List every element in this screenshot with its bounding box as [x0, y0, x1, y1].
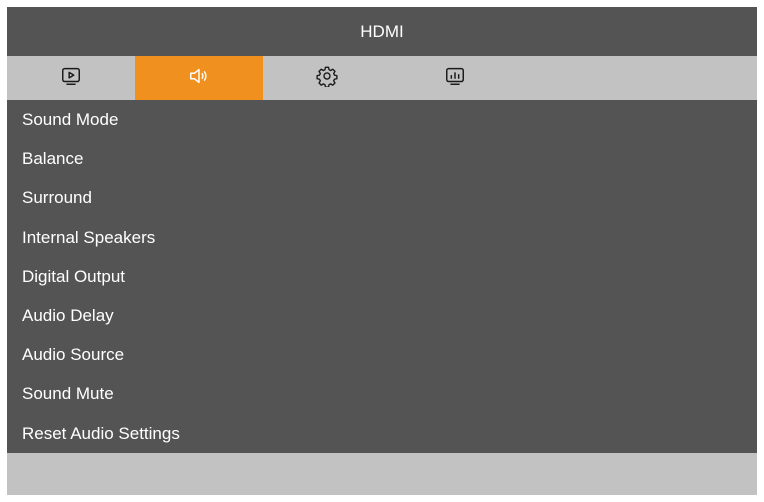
- play-icon: [60, 65, 82, 92]
- tab-info[interactable]: [391, 56, 519, 100]
- title-bar: HDMI: [7, 7, 757, 56]
- gear-icon: [316, 65, 338, 92]
- menu-item-digital-output[interactable]: Digital Output: [7, 257, 757, 296]
- tab-picture[interactable]: [7, 56, 135, 100]
- audio-menu-list: Sound Mode Balance Surround Internal Spe…: [7, 100, 757, 453]
- menu-item-sound-mode[interactable]: Sound Mode: [7, 100, 757, 139]
- footer-bar: [7, 453, 757, 495]
- menu-item-audio-source[interactable]: Audio Source: [7, 335, 757, 374]
- page-title: HDMI: [360, 21, 404, 41]
- menu-item-audio-delay[interactable]: Audio Delay: [7, 296, 757, 335]
- menu-item-surround[interactable]: Surround: [7, 178, 757, 217]
- menu-item-sound-mute[interactable]: Sound Mute: [7, 374, 757, 413]
- tab-settings[interactable]: [263, 56, 391, 100]
- tab-bar: [7, 56, 757, 100]
- osd-menu: HDMI Sound Mode Balance Surround Interna…: [7, 7, 757, 495]
- tab-audio[interactable]: [135, 56, 263, 100]
- menu-item-balance[interactable]: Balance: [7, 139, 757, 178]
- speaker-icon: [188, 65, 210, 92]
- menu-item-reset-audio-settings[interactable]: Reset Audio Settings: [7, 414, 757, 453]
- menu-item-internal-speakers[interactable]: Internal Speakers: [7, 218, 757, 257]
- chart-icon: [444, 65, 466, 92]
